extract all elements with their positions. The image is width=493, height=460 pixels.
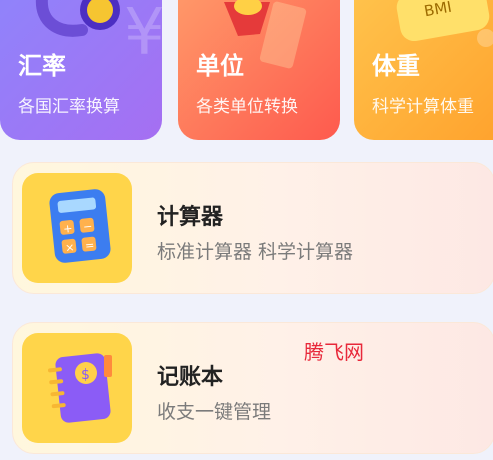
calculator-icon: + − × =	[49, 189, 111, 263]
card-title: 体重	[372, 52, 420, 80]
ledger-tile: $	[22, 333, 132, 443]
exchange-rate-card[interactable]: ¥ 汇率 各国汇率换算	[0, 0, 162, 140]
card-title: 汇率	[18, 52, 66, 80]
watermark-text: 腾飞网	[304, 340, 364, 364]
svg-text:−: −	[82, 220, 93, 234]
row-title: 记账本	[157, 365, 224, 390]
row-title: 计算器	[157, 205, 224, 230]
row-subtitle: 收支一键管理	[157, 401, 272, 423]
calculator-row[interactable]: + − × = 计算器 标准计算器 科学计算器	[12, 162, 493, 294]
card-subtitle: 各国汇率换算	[18, 97, 120, 117]
svg-text:+: +	[63, 222, 74, 236]
body-weight-card[interactable]: BMI 体重 科学计算体重	[354, 0, 493, 140]
notebook-icon: $	[47, 353, 112, 423]
svg-text:$: $	[81, 367, 90, 383]
card-subtitle: 科学计算体重	[372, 97, 474, 117]
row-subtitle: 标准计算器 科学计算器	[157, 241, 354, 263]
card-subtitle: 各类单位转换	[196, 97, 298, 117]
calculator-tile: + − × =	[22, 173, 132, 283]
svg-text:×: ×	[65, 241, 76, 255]
unit-conversion-card[interactable]: 单位 各类单位转换	[178, 0, 340, 140]
ledger-row[interactable]: $ 记账本 收支一键管理	[12, 322, 493, 454]
svg-text:¥: ¥	[124, 0, 162, 70]
svg-text:=: =	[84, 239, 95, 253]
card-title: 单位	[196, 52, 244, 80]
